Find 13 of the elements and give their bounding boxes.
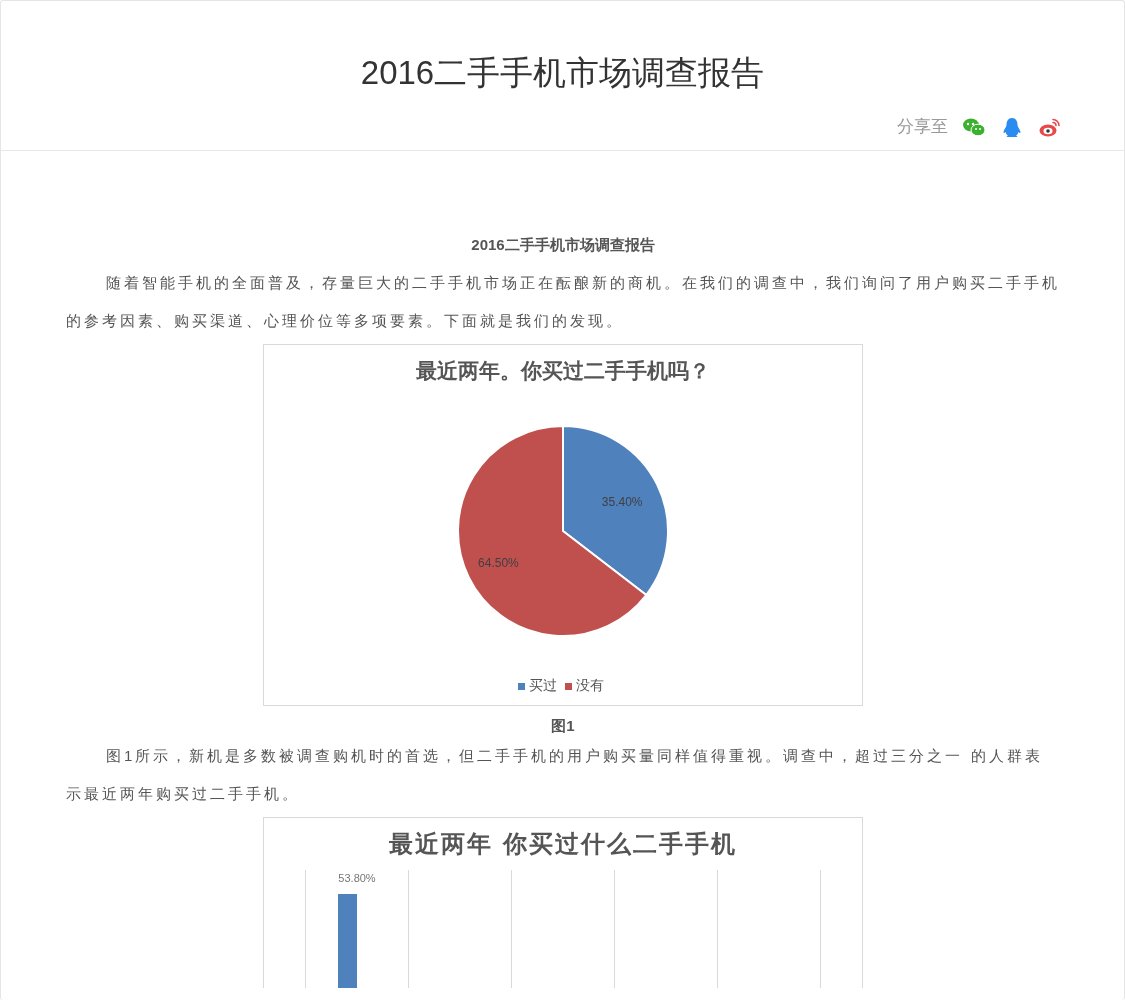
article-paragraph: 图1所示，新机是多数被调查购机时的首选，但二手手机的用户购买量同样值得重视。调查中，超过三分之一 的人群表示最近两年购买过二手手机。 bbox=[66, 746, 1044, 804]
legend-label: 没有 bbox=[576, 677, 604, 695]
data-label: 64.50% bbox=[478, 555, 519, 570]
legend-label: 买过 bbox=[529, 677, 557, 695]
data-label: 53.80% bbox=[338, 872, 376, 884]
chart-title: 最近两年 你买过什么二手手机 bbox=[388, 828, 738, 858]
article-paragraph: 随着智能手机的全面普及，存量巨大的二手手机市场正在酝酿新的商机。在我们的调查中，我们询问了用户购买二手手机的参考因素、购买渠道、心理价位等多项要素。下面就是我们的发现。 bbox=[66, 273, 1060, 331]
figure-caption: 图1 bbox=[550, 716, 576, 736]
data-label: 35.40% bbox=[601, 494, 643, 509]
share-label: 分享至 bbox=[897, 116, 948, 138]
page-title: 2016二手手机市场调查报告 bbox=[359, 53, 766, 93]
chart-title: 最近两年。你买过二手手机吗？ bbox=[416, 357, 710, 385]
article-subtitle: 2016二手手机市场调查报告 bbox=[470, 235, 656, 255]
